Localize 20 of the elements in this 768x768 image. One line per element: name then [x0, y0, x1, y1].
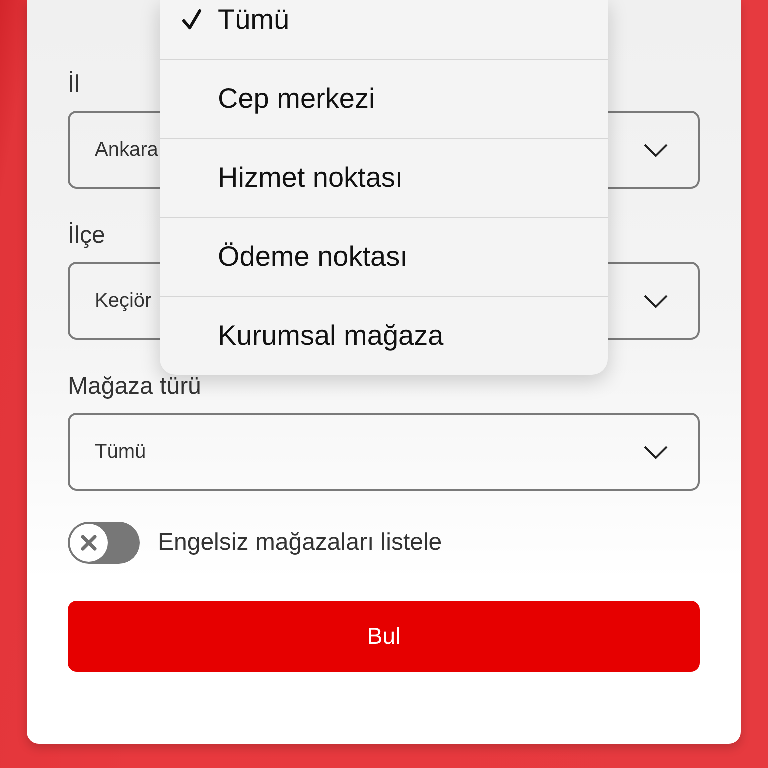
toggle-switch[interactable]	[68, 522, 140, 564]
field-value: Keçiör	[95, 290, 152, 312]
toggle-label: Engelsiz mağazaları listele	[158, 529, 442, 557]
chevron-down-icon	[644, 446, 668, 458]
checkmark-icon	[182, 9, 202, 31]
menu-item[interactable]: Hizmet noktası	[160, 138, 608, 217]
find-button[interactable]: Bul	[68, 601, 700, 672]
x-icon	[70, 524, 108, 562]
chevron-down-icon	[644, 294, 668, 308]
menu-item[interactable]: Kurumsal mağaza	[160, 296, 608, 375]
menu-item[interactable]: Cep merkezi	[160, 59, 608, 138]
menu-item[interactable]: Tümü	[160, 0, 608, 59]
field-value: Tümü	[95, 440, 146, 464]
select-field[interactable]: Tümü	[68, 413, 700, 491]
field-label: Mağaza türü	[68, 372, 202, 402]
field-value: Ankara	[95, 138, 158, 162]
field-label: İl	[68, 70, 80, 100]
field-label: İlçe	[68, 221, 106, 251]
chevron-down-icon	[644, 144, 668, 156]
menu-item[interactable]: Ödeme noktası	[160, 217, 608, 296]
